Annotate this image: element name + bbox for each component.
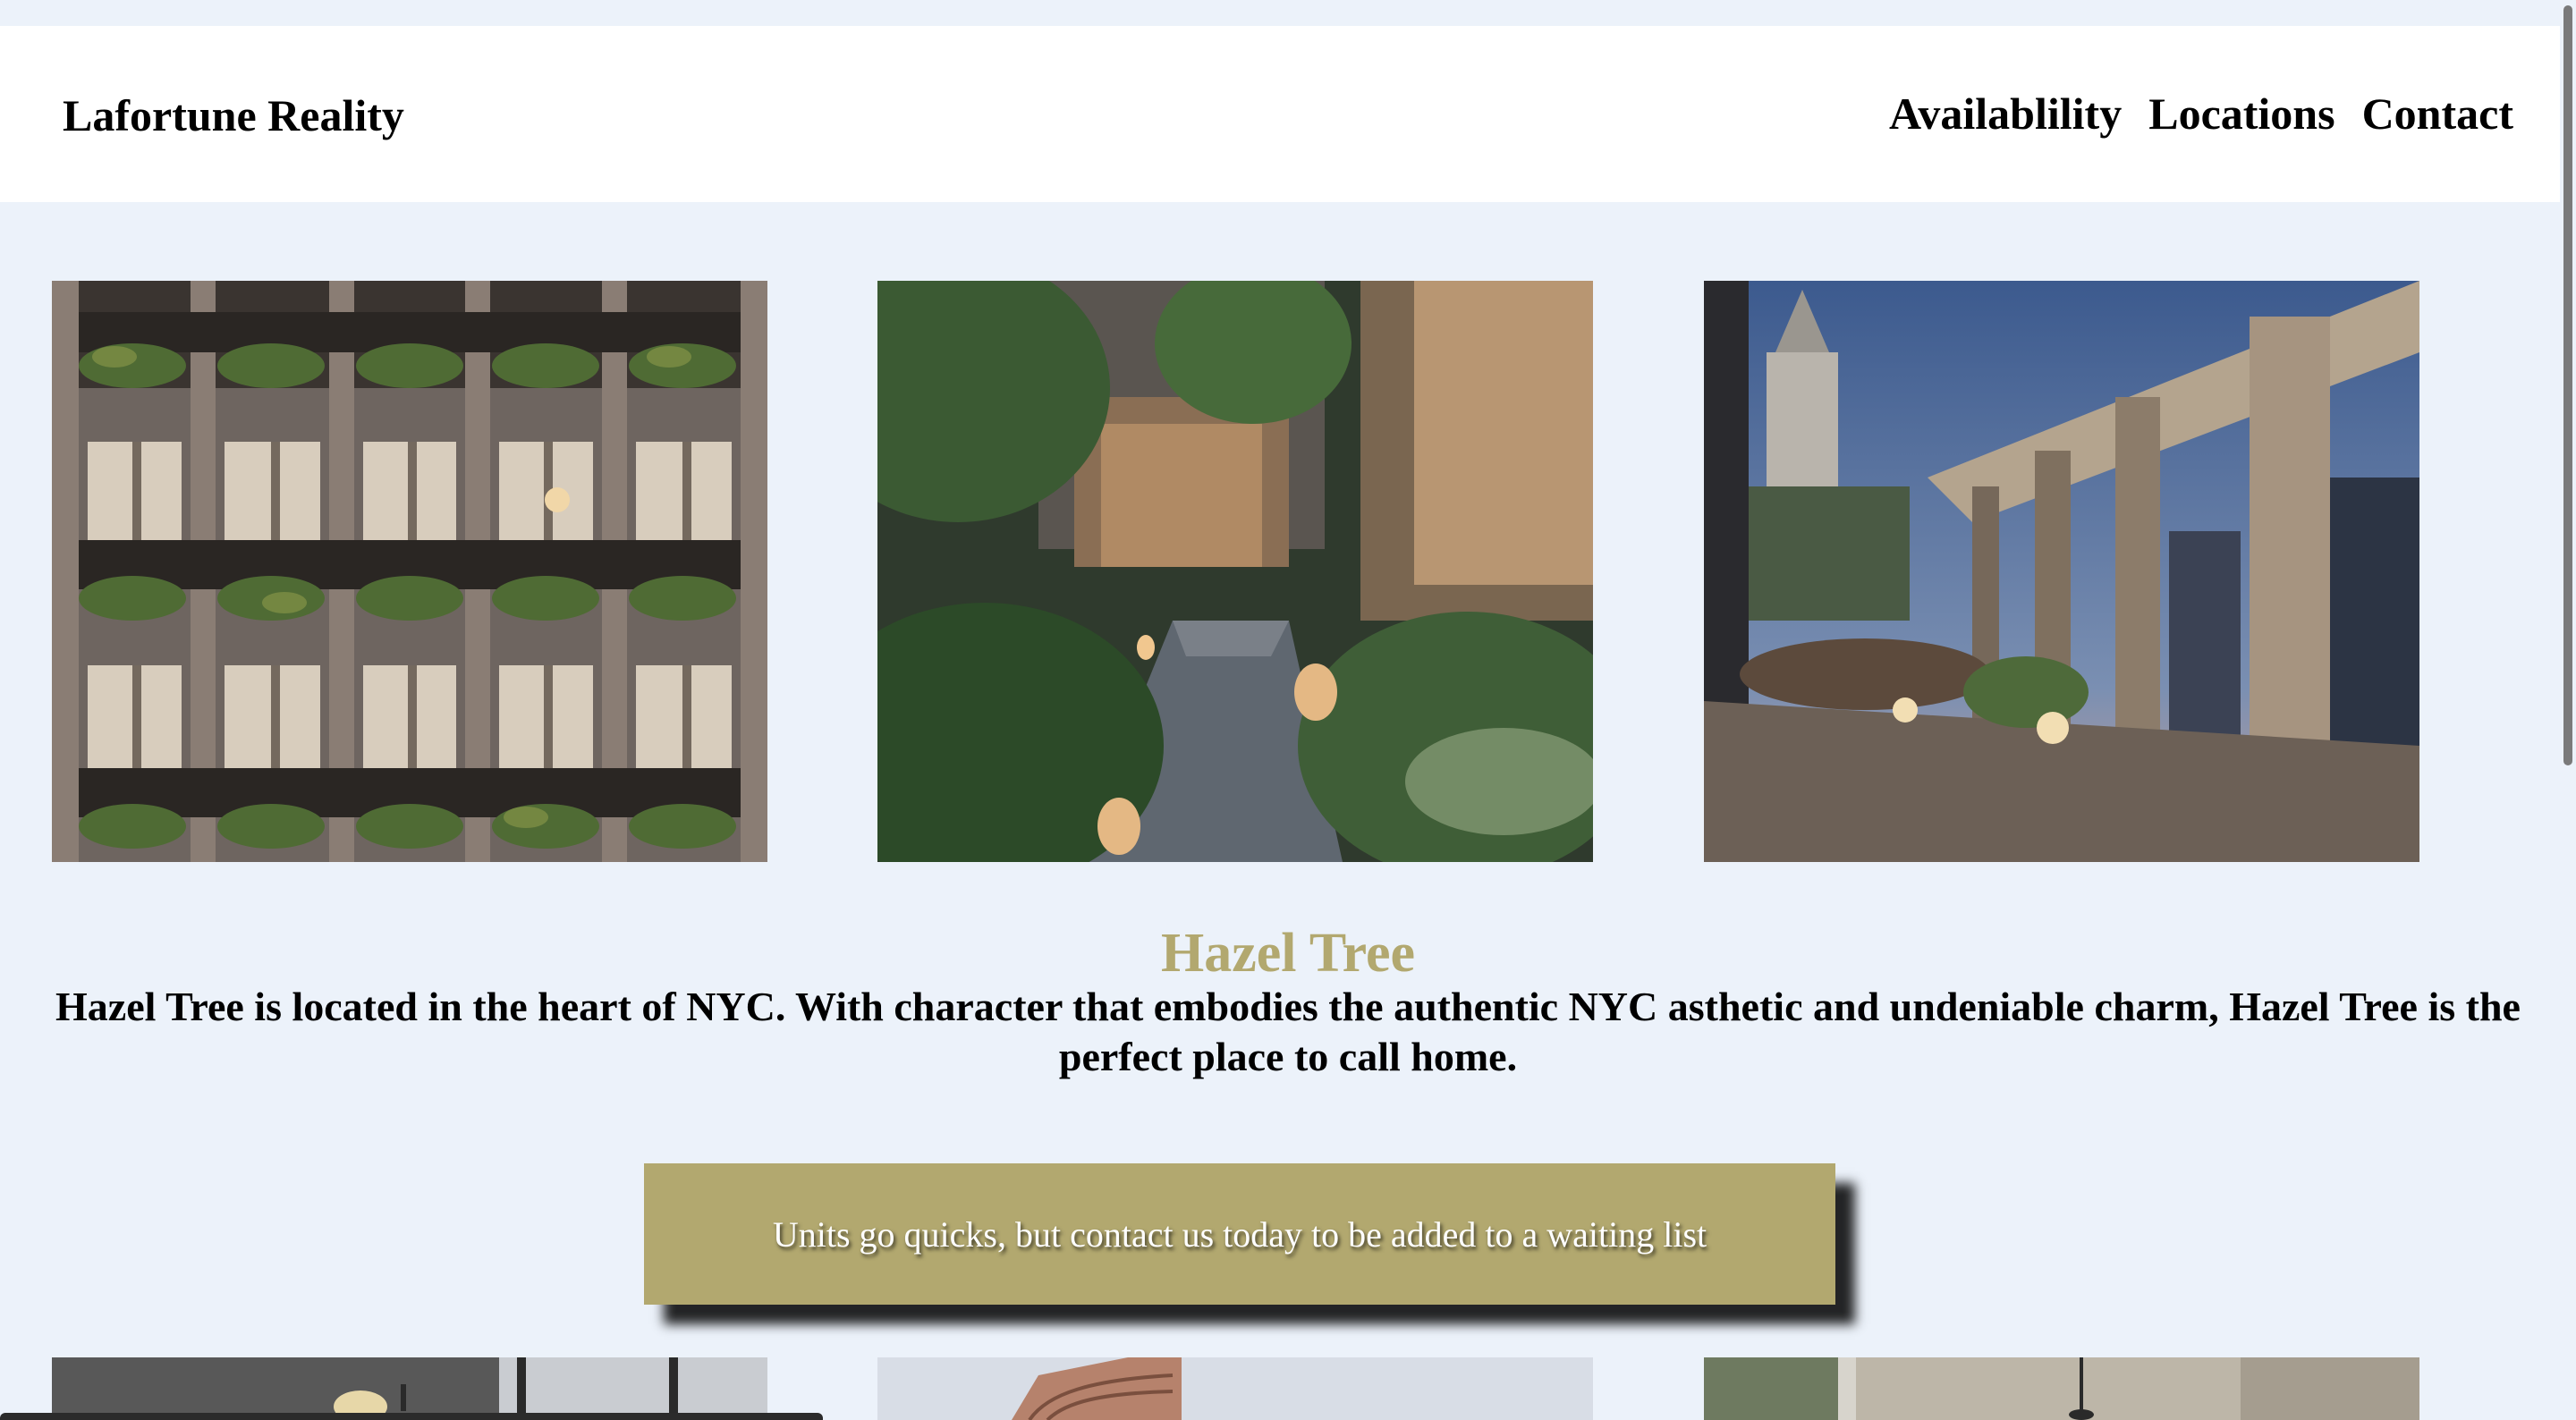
nav-contact-link[interactable]: Contact: [2362, 87, 2513, 140]
photo-rooftop-terrace: [1704, 281, 2419, 862]
property-description: Hazel Tree is located in the heart of NY…: [55, 984, 2521, 1079]
nav-locations-link[interactable]: Locations: [2148, 87, 2334, 140]
photo-facade-balconies: [52, 281, 767, 862]
page-scrollbar[interactable]: [2560, 0, 2576, 1420]
photo-interior-room: [52, 1357, 767, 1420]
property-title: Hazel Tree: [1160, 923, 1416, 984]
nav-availability-link[interactable]: Availablility: [1889, 87, 2122, 140]
photo-interior-lobby: [1704, 1357, 2419, 1420]
brand-logo-text[interactable]: Lafortune Reality: [63, 89, 404, 142]
bottom-overlay-bar: [0, 1413, 823, 1420]
photo-brick-building: [877, 1357, 1593, 1420]
site-header: Lafortune Reality Availablility Location…: [0, 26, 2560, 202]
scrollbar-thumb[interactable]: [2563, 5, 2572, 765]
page: Lafortune Reality Availablility Location…: [0, 0, 2576, 1420]
waitlist-cta-button[interactable]: Units go quicks, but contact us today to…: [644, 1163, 1835, 1305]
main-nav: Availablility Locations Contact: [1889, 87, 2513, 140]
photo-courtyard-garden: [877, 281, 1593, 862]
